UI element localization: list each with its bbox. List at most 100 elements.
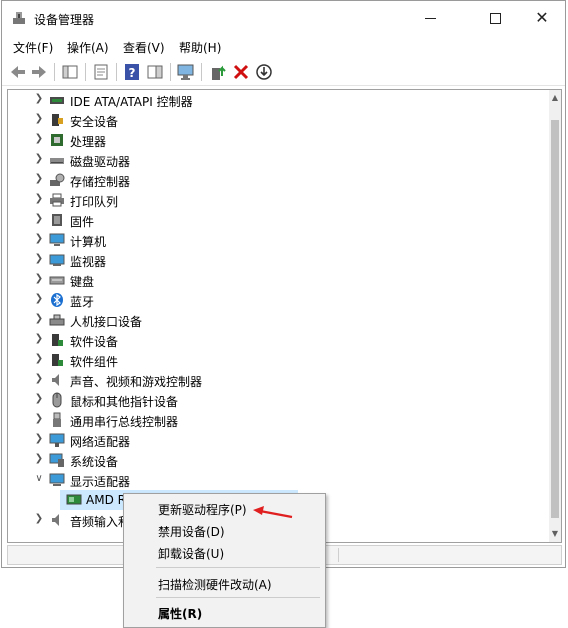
monitor-icon <box>49 254 65 266</box>
close-button[interactable]: ✕ <box>519 1 565 35</box>
menu-properties[interactable]: 属性(R) <box>127 601 322 623</box>
hid-icon <box>49 314 65 326</box>
chevron-right-icon[interactable]: ❯ <box>33 152 45 166</box>
maximize-icon <box>489 12 501 24</box>
chevron-right-icon[interactable]: ❯ <box>33 352 45 366</box>
tree-item-system[interactable]: ❯ 系统设备 <box>8 450 538 470</box>
tree-item-label: 人机接口设备 <box>70 315 143 329</box>
tree-item-label: 系统设备 <box>70 455 119 469</box>
firmware-icon <box>52 214 62 226</box>
tree-item-processor[interactable]: ❯ 处理器 <box>8 130 538 150</box>
menu-view[interactable]: 查看(V) <box>123 39 165 56</box>
forward-arrow-icon[interactable] <box>29 62 49 82</box>
menu-properties-label: 属性(R) <box>158 607 203 621</box>
toolbar-separator <box>116 63 117 81</box>
tree-item-label: 软件组件 <box>70 355 119 369</box>
scroll-down-icon[interactable]: ▼ <box>549 526 561 542</box>
chevron-right-icon[interactable]: ❯ <box>33 232 45 246</box>
usb-icon <box>53 412 61 427</box>
speaker-icon <box>52 374 59 386</box>
show-hide-tree-icon[interactable] <box>60 62 80 82</box>
tree-item-computer[interactable]: ❯ 计算机 <box>8 230 538 250</box>
tree-item-ide[interactable]: ❯ IDE ATA/ATAPI 控制器 <box>8 90 538 110</box>
tree-item-keyboard[interactable]: ❯ 键盘 <box>8 270 538 290</box>
tree-item-label: 鼠标和其他指针设备 <box>70 395 179 409</box>
tree-item-label: 软件设备 <box>70 335 119 349</box>
minimize-button[interactable] <box>407 1 453 35</box>
properties-icon[interactable] <box>91 62 111 82</box>
tree-item-sound[interactable]: ❯ 声音、视频和游戏控制器 <box>8 370 538 390</box>
tree-item-label: 网络适配器 <box>70 435 131 449</box>
chevron-right-icon[interactable]: ❯ <box>33 292 45 306</box>
scroll-up-icon[interactable]: ▲ <box>549 90 561 106</box>
chevron-right-icon[interactable]: ❯ <box>33 172 45 186</box>
minimize-icon <box>424 17 436 19</box>
chevron-right-icon[interactable]: ❯ <box>33 412 45 426</box>
context-menu: 更新驱动程序(P) 禁用设备(D) 卸载设备(U) 扫描检测硬件改动(A) 属性… <box>123 493 326 628</box>
tree-item-disk[interactable]: ❯ 磁盘驱动器 <box>8 150 538 170</box>
menu-scan-hardware[interactable]: 扫描检测硬件改动(A) <box>127 572 322 594</box>
tree-item-security[interactable]: ❯ 安全设备 <box>8 110 538 130</box>
device-manager-window: 设备管理器 ✕ 文件(F) 操作(A) 查看(V) 帮助(H) ? ❯ IDE … <box>1 0 566 568</box>
keyboard-icon <box>49 276 65 285</box>
disable-icon[interactable] <box>254 62 274 82</box>
title-bar: 设备管理器 ✕ <box>2 1 565 35</box>
tree-item-firmware[interactable]: ❯ 固件 <box>8 210 538 230</box>
chevron-right-icon[interactable]: ❯ <box>33 392 45 406</box>
help-icon[interactable]: ? <box>122 62 142 82</box>
chevron-right-icon[interactable]: ❯ <box>33 192 45 206</box>
tree-item-label: 通用串行总线控制器 <box>70 415 179 429</box>
tree-item-print-queue[interactable]: ❯ 打印队列 <box>8 190 538 210</box>
chevron-right-icon[interactable]: ❯ <box>33 432 45 446</box>
update-driver-icon[interactable] <box>208 62 228 82</box>
tree-item-label: 打印队列 <box>70 195 119 209</box>
uninstall-icon[interactable] <box>231 62 251 82</box>
tree-item-mouse[interactable]: ❯ 鼠标和其他指针设备 <box>8 390 538 410</box>
chevron-right-icon[interactable]: ❯ <box>33 132 45 146</box>
tree-item-monitor[interactable]: ❯ 监视器 <box>8 250 538 270</box>
tree-item-label: 监视器 <box>70 255 107 269</box>
tree-item-label: 处理器 <box>70 135 107 149</box>
chevron-right-icon[interactable]: ❯ <box>33 332 45 346</box>
menu-disable-device-label: 禁用设备(D) <box>158 525 225 539</box>
window-title: 设备管理器 <box>34 13 95 27</box>
tree-item-network[interactable]: ❯ 网络适配器 <box>8 430 538 450</box>
tree-item-usb[interactable]: ❯ 通用串行总线控制器 <box>8 410 538 430</box>
tree-item-software-device[interactable]: ❯ 软件设备 <box>8 330 538 350</box>
network-adapter-icon <box>49 433 65 447</box>
chevron-right-icon[interactable]: ❯ <box>33 212 45 226</box>
tree-item-hid[interactable]: ❯ 人机接口设备 <box>8 310 538 330</box>
tree-item-label: 计算机 <box>70 235 107 249</box>
menu-file[interactable]: 文件(F) <box>13 39 53 56</box>
tree-item-software-component[interactable]: ❯ 软件组件 <box>8 350 538 370</box>
back-arrow-icon[interactable] <box>8 62 28 82</box>
chevron-down-icon[interactable]: ∨ <box>33 472 45 486</box>
software-component-icon <box>52 354 63 366</box>
chevron-right-icon[interactable]: ❯ <box>33 372 45 386</box>
chevron-right-icon[interactable]: ❯ <box>33 312 45 326</box>
chevron-right-icon[interactable]: ❯ <box>33 452 45 466</box>
tree-item-display[interactable]: ∨ 显示适配器 <box>8 470 538 490</box>
tree-item-label: 固件 <box>70 215 95 229</box>
svg-text:?: ? <box>129 66 136 80</box>
chevron-right-icon[interactable]: ❯ <box>33 272 45 286</box>
scroll-thumb[interactable] <box>551 120 559 518</box>
computer-icon <box>49 233 65 246</box>
chevron-right-icon[interactable]: ❯ <box>33 112 45 126</box>
tree-item-storage[interactable]: ❯ 存储控制器 <box>8 170 538 190</box>
toolbar-separator <box>201 63 202 81</box>
menu-help[interactable]: 帮助(H) <box>179 39 221 56</box>
system-device-icon <box>49 453 64 467</box>
chevron-right-icon[interactable]: ❯ <box>33 512 45 526</box>
menu-action[interactable]: 操作(A) <box>67 39 109 56</box>
chevron-right-icon[interactable]: ❯ <box>33 252 45 266</box>
chevron-right-icon[interactable]: ❯ <box>33 92 45 106</box>
vertical-scrollbar[interactable]: ▲ ▼ <box>549 90 561 542</box>
tree-item-bluetooth[interactable]: ❯ 蓝牙 <box>8 290 538 310</box>
security-device-icon <box>52 114 63 126</box>
tree-item-label: 显示适配器 <box>70 475 131 489</box>
scan-hardware-icon[interactable] <box>176 62 196 82</box>
maximize-button[interactable] <box>472 1 518 35</box>
action-pane-icon[interactable] <box>145 62 165 82</box>
menu-uninstall-device[interactable]: 卸载设备(U) <box>127 541 322 563</box>
